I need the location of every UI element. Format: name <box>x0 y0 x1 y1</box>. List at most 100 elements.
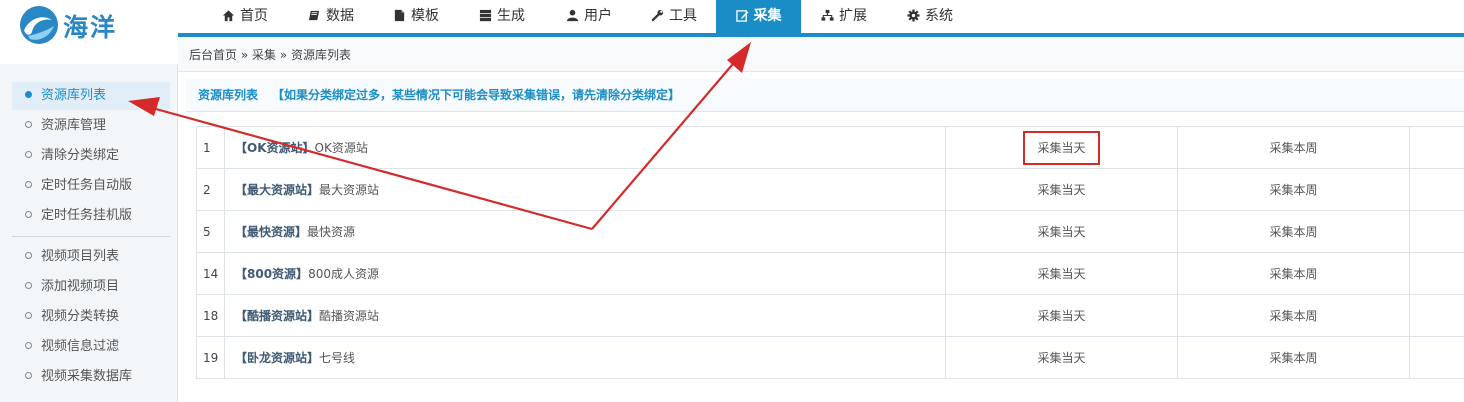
bullet-icon <box>25 91 32 98</box>
nav-label: 数据 <box>326 8 354 24</box>
bullet-icon <box>25 121 32 128</box>
sidebar-item-label: 清除分类绑定 <box>41 148 120 163</box>
server-icon <box>479 9 492 22</box>
row-tag: 【酷播资源站】 <box>235 309 320 323</box>
brand-logo: 海洋 <box>0 0 178 64</box>
row-name: 【800资源】800成人资源 <box>224 252 946 295</box>
row-name: 【最大资源站】最大资源站 <box>224 168 946 211</box>
bullet-icon <box>25 151 32 158</box>
row-day-cell: 采集当天 <box>945 168 1178 211</box>
sidebar-item-info-filter[interactable]: 视频信息过滤 <box>12 333 170 361</box>
row-more-cell <box>1409 336 1464 379</box>
sidebar-divider <box>12 236 170 237</box>
nav-label: 系统 <box>925 8 953 24</box>
nav-item-data[interactable]: 数据 <box>303 0 359 33</box>
row-name: 【酷播资源站】酷播资源站 <box>224 294 946 337</box>
sidebar-item-label: 视频采集数据库 <box>41 369 133 384</box>
collect-today-link[interactable]: 采集当天 <box>1037 267 1085 281</box>
sidebar-item-timer-auto[interactable]: 定时任务自动版 <box>12 172 170 200</box>
collect-today-link[interactable]: 采集当天 <box>1037 309 1085 323</box>
table-row: 1 【OK资源站】OK资源站 采集当天 采集本周 <box>196 126 1464 169</box>
nav-item-tools[interactable]: 工具 <box>646 0 702 33</box>
nav-label: 生成 <box>497 8 525 24</box>
bullet-icon <box>25 282 32 289</box>
bullet-icon <box>25 252 32 259</box>
row-day-cell: 采集当天 <box>945 294 1178 337</box>
sidebar-item-label: 资源库列表 <box>41 88 107 103</box>
nav-item-collect[interactable]: 采集 <box>716 0 801 33</box>
row-week-cell: 采集本周 <box>1177 336 1410 379</box>
sidebar-item-collect-db[interactable]: 视频采集数据库 <box>12 363 170 391</box>
sidebar-item-clear-binding[interactable]: 清除分类绑定 <box>12 142 170 170</box>
collect-week-link[interactable]: 采集本周 <box>1269 183 1317 197</box>
sidebar-item-video-projects[interactable]: 视频项目列表 <box>12 243 170 271</box>
sidebar-item-label: 视频信息过滤 <box>41 339 120 354</box>
nav-label: 工具 <box>669 8 697 24</box>
row-more-cell <box>1409 252 1464 295</box>
row-id: 14 <box>196 252 225 295</box>
row-tag: 【OK资源站】 <box>235 141 315 155</box>
wave-logo-icon <box>20 6 58 44</box>
brand-name: 海洋 <box>63 13 118 42</box>
sidebar-item-source-manage[interactable]: 资源库管理 <box>12 112 170 140</box>
row-title: OK资源站 <box>314 141 368 155</box>
breadcrumb: 后台首页 » 采集 » 资源库列表 <box>178 37 1464 72</box>
collect-week-link[interactable]: 采集本周 <box>1269 141 1317 155</box>
table-row: 14 【800资源】800成人资源 采集当天 采集本周 <box>196 252 1464 295</box>
sidebar-item-timer-idle[interactable]: 定时任务挂机版 <box>12 202 170 230</box>
row-week-cell: 采集本周 <box>1177 168 1410 211</box>
collect-week-link[interactable]: 采集本周 <box>1269 225 1317 239</box>
collect-today-link[interactable]: 采集当天 <box>1023 130 1100 165</box>
table-row: 18 【酷播资源站】酷播资源站 采集当天 采集本周 <box>196 294 1464 337</box>
collect-week-link[interactable]: 采集本周 <box>1269 351 1317 365</box>
row-title: 800成人资源 <box>308 267 379 281</box>
collect-week-link[interactable]: 采集本周 <box>1269 309 1317 323</box>
sidebar-item-label: 视频项目列表 <box>41 249 120 264</box>
sidebar-item-add-video-project[interactable]: 添加视频项目 <box>12 273 170 301</box>
row-title: 七号线 <box>319 351 356 365</box>
row-day-cell: 采集当天 <box>945 126 1178 169</box>
sidebar-item-source-list[interactable]: 资源库列表 <box>12 82 170 110</box>
nav-label: 模板 <box>411 8 439 24</box>
nav-item-user[interactable]: 用户 <box>561 0 617 33</box>
row-name: 【卧龙资源站】七号线 <box>224 336 946 379</box>
source-table: 1 【OK资源站】OK资源站 采集当天 采集本周 2 【最大资源站】最大资源站 … <box>196 126 1464 379</box>
edit-icon <box>735 10 748 22</box>
sidebar-item-label: 资源库管理 <box>41 118 107 133</box>
bullet-icon <box>25 342 32 349</box>
row-more-cell <box>1409 210 1464 253</box>
sidebar-item-label: 定时任务挂机版 <box>41 208 133 223</box>
sidebar: 资源库列表 资源库管理 清除分类绑定 定时任务自动版 定时任务挂机版 视频项目列… <box>0 64 178 402</box>
row-day-cell: 采集当天 <box>945 252 1178 295</box>
nav-label: 采集 <box>753 8 782 24</box>
nav-label: 扩展 <box>839 8 867 24</box>
row-name: 【最快资源】最快资源 <box>224 210 946 253</box>
collect-today-link[interactable]: 采集当天 <box>1037 225 1085 239</box>
nav-item-extend[interactable]: 扩展 <box>816 0 872 33</box>
nav-item-generate[interactable]: 生成 <box>474 0 530 33</box>
row-week-cell: 采集本周 <box>1177 210 1410 253</box>
nav-item-system[interactable]: 系统 <box>902 0 958 33</box>
collect-week-link[interactable]: 采集本周 <box>1269 267 1317 281</box>
bullet-icon <box>25 211 32 218</box>
gear-icon <box>907 9 920 22</box>
sitemap-icon <box>821 9 834 21</box>
file-icon <box>394 9 405 22</box>
row-id: 18 <box>196 294 225 337</box>
book-icon <box>308 10 320 21</box>
collect-today-link[interactable]: 采集当天 <box>1037 351 1085 365</box>
sidebar-item-category-convert[interactable]: 视频分类转换 <box>12 303 170 331</box>
sidebar-item-label: 视频分类转换 <box>41 309 120 324</box>
row-more-cell <box>1409 126 1464 169</box>
row-id: 5 <box>196 210 225 253</box>
row-id: 2 <box>196 168 225 211</box>
nav-item-home[interactable]: 首页 <box>217 0 273 33</box>
collect-today-link[interactable]: 采集当天 <box>1037 183 1085 197</box>
row-day-cell: 采集当天 <box>945 336 1178 379</box>
nav-label: 首页 <box>240 8 268 24</box>
row-tag: 【800资源】 <box>235 267 309 281</box>
wrench-icon <box>651 9 664 22</box>
table-row: 19 【卧龙资源站】七号线 采集当天 采集本周 <box>196 336 1464 379</box>
nav-item-template[interactable]: 模板 <box>388 0 444 33</box>
row-more-cell <box>1409 294 1464 337</box>
